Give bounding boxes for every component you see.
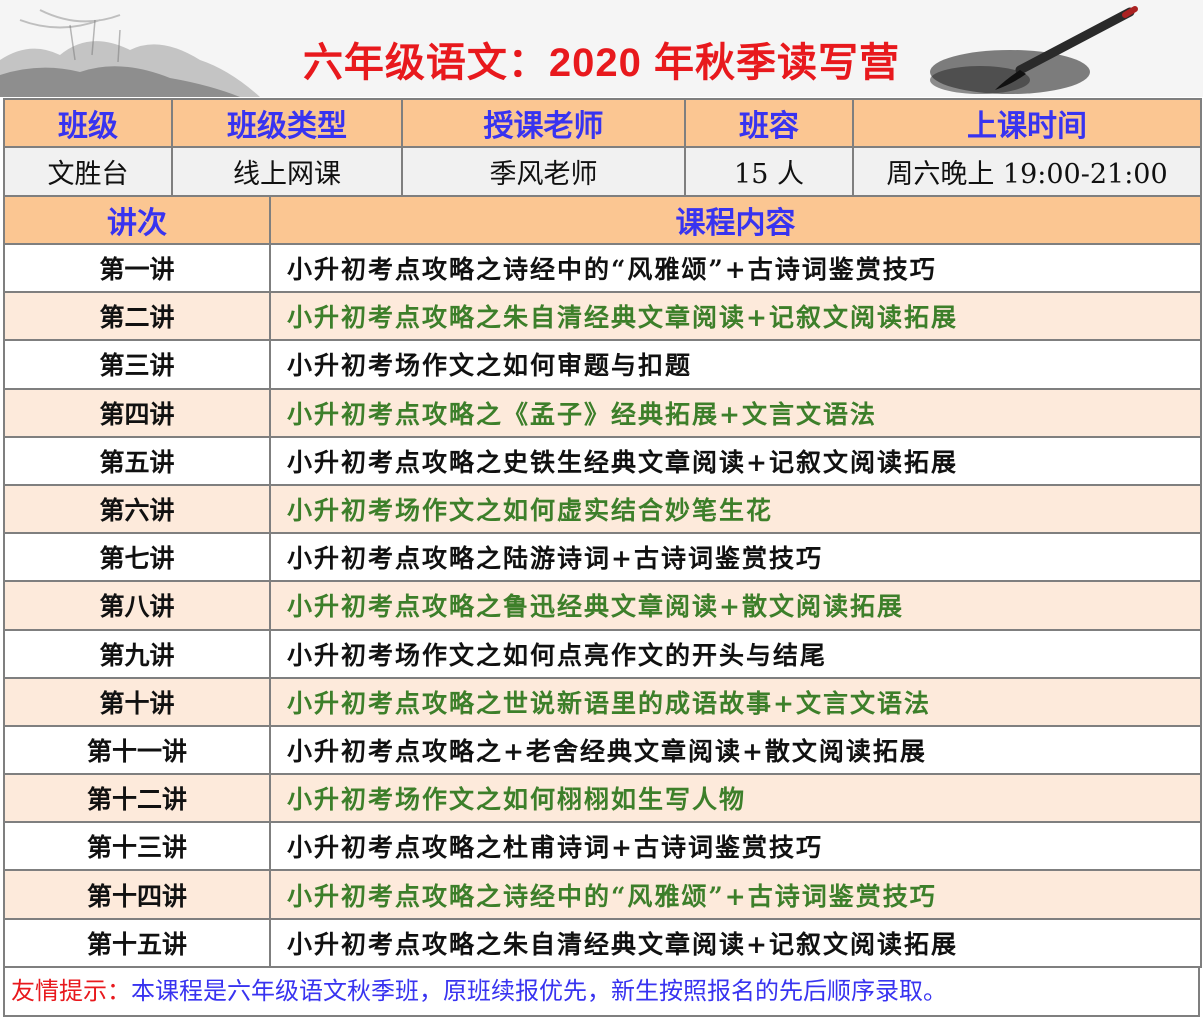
content-cell: 小升初考点攻略之朱自清经典文章阅读+记叙文阅读拓展 [269,917,1202,968]
lecture-cell: 第二讲 [3,291,271,342]
table-row: 第四讲 小升初考点攻略之《孟子》经典拓展+文言文语法 [3,387,1202,438]
lecture-cell: 第十三讲 [3,821,271,872]
reminder-label: 友情提示： [11,977,131,1005]
lecture-cell: 第一讲 [3,242,271,294]
header-class-type: 班级类型 [171,98,403,148]
header-class-time: 上课时间 [852,98,1202,148]
table-row: 第六讲 小升初考场作文之如何虚实结合妙笔生花 [3,483,1202,535]
content-cell: 小升初考点攻略之诗经中的“风雅颂”+古诗词鉴赏技巧 [269,869,1202,920]
table-row: 第十五讲 小升初考点攻略之朱自清经典文章阅读+记叙文阅读拓展 [3,917,1202,968]
lecture-cell: 第六讲 [3,483,271,535]
schedule-header-row: 讲次 课程内容 [3,195,1202,245]
table-row: 第三讲 小升初考场作文之如何审题与扣题 [3,339,1202,390]
lecture-cell: 第十一讲 [3,724,271,776]
schedule-table: 讲次 课程内容 第一讲 小升初考点攻略之诗经中的“风雅颂”+古诗词鉴赏技巧 第二… [3,195,1202,968]
table-row: 第十讲 小升初考点攻略之世说新语里的成语故事+文言文语法 [3,676,1202,727]
header-content: 课程内容 [269,195,1202,245]
class-info-table: 班级 班级类型 授课老师 班容 上课时间 文胜台 线上网课 季风老师 15 人 … [3,98,1202,197]
class-info-header-row: 班级 班级类型 授课老师 班容 上课时间 [3,98,1202,148]
lecture-cell: 第十四讲 [3,869,271,920]
table-row: 第一讲 小升初考点攻略之诗经中的“风雅颂”+古诗词鉴赏技巧 [3,242,1202,294]
table-row: 第九讲 小升初考场作文之如何点亮作文的开头与结尾 [3,628,1202,679]
class-info-value-row: 文胜台 线上网课 季风老师 15 人 周六晚上 19:00-21:00 [3,146,1202,197]
table-row: 第十一讲 小升初考点攻略之+老舍经典文章阅读+散文阅读拓展 [3,724,1202,776]
header-lecture: 讲次 [3,195,271,245]
lecture-cell: 第五讲 [3,435,271,486]
header-capacity: 班容 [684,98,854,148]
lecture-cell: 第三讲 [3,339,271,390]
value-class: 文胜台 [3,146,173,197]
lecture-cell: 第七讲 [3,532,271,583]
content-cell: 小升初考点攻略之朱自清经典文章阅读+记叙文阅读拓展 [269,291,1202,342]
content-cell: 小升初考点攻略之《孟子》经典拓展+文言文语法 [269,387,1202,438]
value-class-time: 周六晚上 19:00-21:00 [852,146,1202,197]
table-row: 第十二讲 小升初考场作文之如何栩栩如生写人物 [3,773,1202,824]
header-class: 班级 [3,98,173,148]
content-cell: 小升初考场作文之如何栩栩如生写人物 [269,773,1202,824]
value-teacher: 季风老师 [401,146,686,197]
title-banner: 六年级语文：2020 年秋季读写营 [0,0,1203,97]
table-row: 第八讲 小升初考点攻略之鲁迅经典文章阅读+散文阅读拓展 [3,580,1202,631]
table-row: 第七讲 小升初考点攻略之陆游诗词+古诗词鉴赏技巧 [3,532,1202,583]
table-row: 第五讲 小升初考点攻略之史铁生经典文章阅读+记叙文阅读拓展 [3,435,1202,486]
content-cell: 小升初考场作文之如何虚实结合妙笔生花 [269,483,1202,535]
content-cell: 小升初考点攻略之+老舍经典文章阅读+散文阅读拓展 [269,724,1202,776]
table-row: 第十四讲 小升初考点攻略之诗经中的“风雅颂”+古诗词鉴赏技巧 [3,869,1202,920]
content-cell: 小升初考点攻略之杜甫诗词+古诗词鉴赏技巧 [269,821,1202,872]
content-cell: 小升初考点攻略之诗经中的“风雅颂”+古诗词鉴赏技巧 [269,242,1202,294]
lecture-cell: 第十五讲 [3,917,271,968]
value-capacity: 15 人 [684,146,854,197]
content-cell: 小升初考场作文之如何点亮作文的开头与结尾 [269,628,1202,679]
value-class-type: 线上网课 [171,146,403,197]
content-cell: 小升初考点攻略之世说新语里的成语故事+文言文语法 [269,676,1202,727]
content-cell: 小升初考点攻略之鲁迅经典文章阅读+散文阅读拓展 [269,580,1202,631]
lecture-cell: 第十二讲 [3,773,271,824]
course-schedule-page: 六年级语文：2020 年秋季读写营 班级 班级类型 授课老师 班容 上课时间 文… [0,0,1203,1020]
lecture-cell: 第四讲 [3,387,271,438]
page-title: 六年级语文：2020 年秋季读写营 [302,41,901,85]
content-cell: 小升初考场作文之如何审题与扣题 [269,339,1202,390]
lecture-cell: 第九讲 [3,628,271,679]
content-cell: 小升初考点攻略之史铁生经典文章阅读+记叙文阅读拓展 [269,435,1202,486]
header-teacher: 授课老师 [401,98,686,148]
lecture-cell: 第十讲 [3,676,271,727]
friendly-reminder: 友情提示：本课程是六年级语文秋季班，原班续报优先，新生按照报名的先后顺序录取。 [3,967,1200,1017]
lecture-cell: 第八讲 [3,580,271,631]
reminder-text: 本课程是六年级语文秋季班，原班续报优先，新生按照报名的先后顺序录取。 [131,977,947,1005]
table-row: 第二讲 小升初考点攻略之朱自清经典文章阅读+记叙文阅读拓展 [3,291,1202,342]
content-cell: 小升初考点攻略之陆游诗词+古诗词鉴赏技巧 [269,532,1202,583]
table-row: 第十三讲 小升初考点攻略之杜甫诗词+古诗词鉴赏技巧 [3,821,1202,872]
